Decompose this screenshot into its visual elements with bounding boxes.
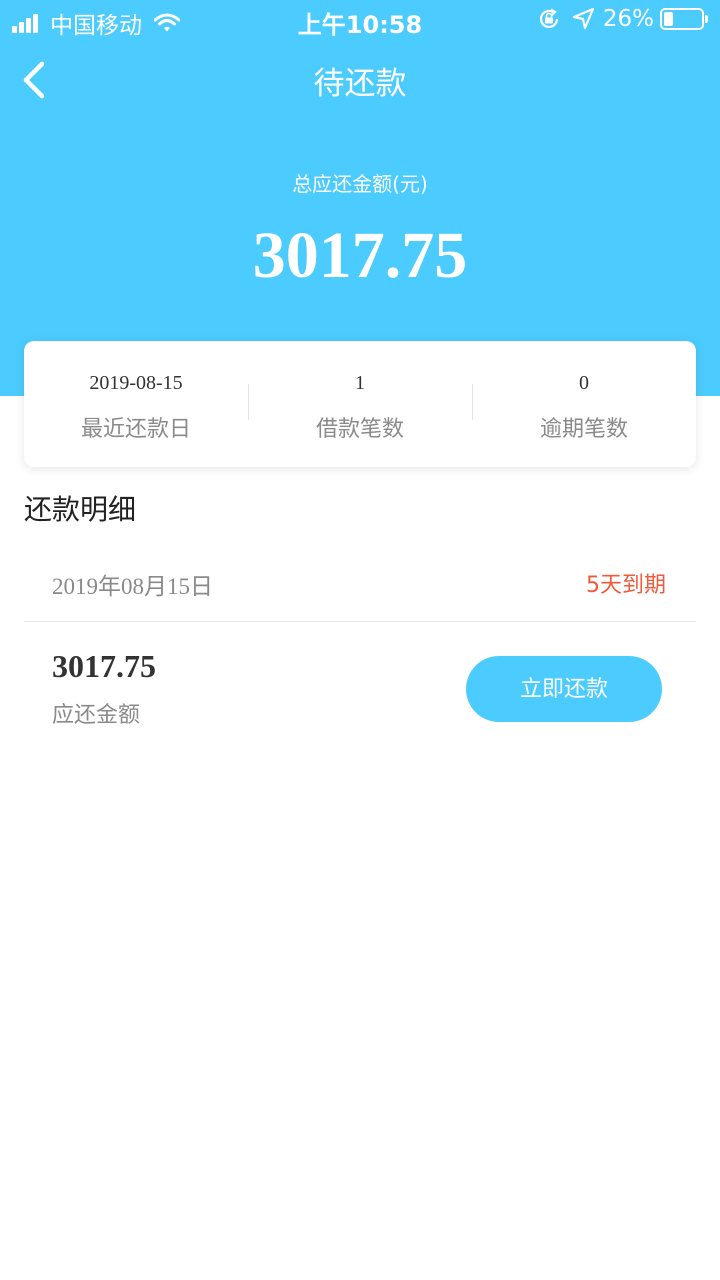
repayment-amount: 3017.75 xyxy=(52,648,156,684)
summary-value: 0 xyxy=(579,372,589,394)
section-title: 还款明细 xyxy=(24,493,137,526)
repay-now-button[interactable]: 立即还款 xyxy=(466,656,662,722)
divider xyxy=(24,621,696,622)
summary-label: 借款笔数 xyxy=(315,417,404,442)
total-amount: 3017.75 xyxy=(252,219,468,292)
summary-label: 逾期笔数 xyxy=(539,417,628,442)
due-status-badge: 5天到期 xyxy=(586,573,666,598)
summary-overdue-count: 0 逾期笔数 xyxy=(472,341,696,467)
summary-card: 2019-08-15 最近还款日 1 借款笔数 0 逾期笔数 xyxy=(24,341,696,467)
summary-value: 2019-08-15 xyxy=(89,372,183,394)
summary-loan-count: 1 借款笔数 xyxy=(248,341,472,467)
page-title: 待还款 xyxy=(313,66,407,102)
location-icon xyxy=(572,7,594,30)
battery-fill xyxy=(664,12,674,26)
repayment-date: 2019年08月15日 xyxy=(52,574,213,599)
summary-label: 最近还款日 xyxy=(80,417,191,442)
battery-percentage: 26% xyxy=(602,6,654,32)
battery-tip xyxy=(705,15,708,23)
status-bar: 中国移动 上午10:58 26% xyxy=(0,0,720,40)
repayment-amount-label: 应还金额 xyxy=(52,703,141,728)
summary-value: 1 xyxy=(355,372,365,394)
total-amount-label: 总应还金额(元) xyxy=(292,172,428,196)
battery-icon xyxy=(660,8,704,30)
orientation-lock-icon xyxy=(539,8,558,28)
summary-latest-due-date: 2019-08-15 最近还款日 xyxy=(24,341,248,467)
status-right: 26% xyxy=(537,6,708,32)
